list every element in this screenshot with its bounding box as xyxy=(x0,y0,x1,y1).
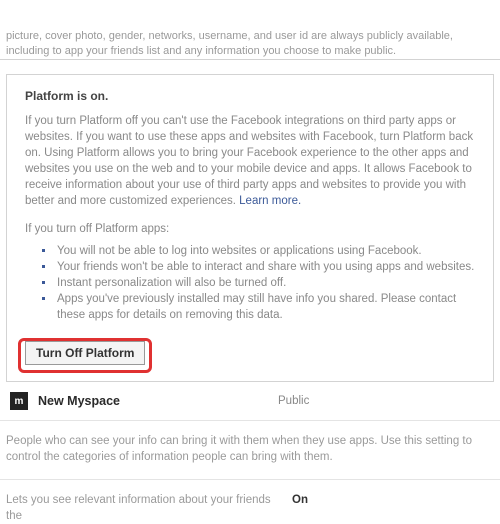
instant-personalization-row: Lets you see relevant information about … xyxy=(0,480,500,524)
app-name: New Myspace xyxy=(38,394,278,408)
bullet-item: Apps you've previously installed may sti… xyxy=(55,291,475,323)
platform-button-row: Turn Off Platform xyxy=(25,341,475,365)
instant-personalization-status: On xyxy=(286,492,308,524)
instant-personalization-text: Lets you see relevant information about … xyxy=(6,492,286,524)
platform-subhead: If you turn off Platform apps: xyxy=(25,223,475,235)
apps-others-use-description: People who can see your info can bring i… xyxy=(0,421,500,480)
myspace-icon: m xyxy=(10,392,28,410)
platform-status-title: Platform is on. xyxy=(25,89,475,103)
platform-description: If you turn Platform off you can't use t… xyxy=(25,113,475,209)
platform-description-text: If you turn Platform off you can't use t… xyxy=(25,115,473,207)
bullet-item: Instant personalization will also be tur… xyxy=(55,275,475,291)
platform-bullets: You will not be able to log into website… xyxy=(25,243,475,323)
learn-more-link[interactable]: Learn more. xyxy=(239,195,301,207)
turn-off-platform-button[interactable]: Turn Off Platform xyxy=(25,341,145,365)
platform-panel: Platform is on. If you turn Platform off… xyxy=(6,74,494,382)
bullet-item: You will not be able to log into website… xyxy=(55,243,475,259)
app-row[interactable]: m New Myspace Public xyxy=(0,382,500,421)
intro-section: picture, cover photo, gender, networks, … xyxy=(0,0,500,60)
bullet-item: Your friends won't be able to interact a… xyxy=(55,259,475,275)
intro-text: picture, cover photo, gender, networks, … xyxy=(6,0,494,59)
app-visibility: Public xyxy=(278,395,309,407)
